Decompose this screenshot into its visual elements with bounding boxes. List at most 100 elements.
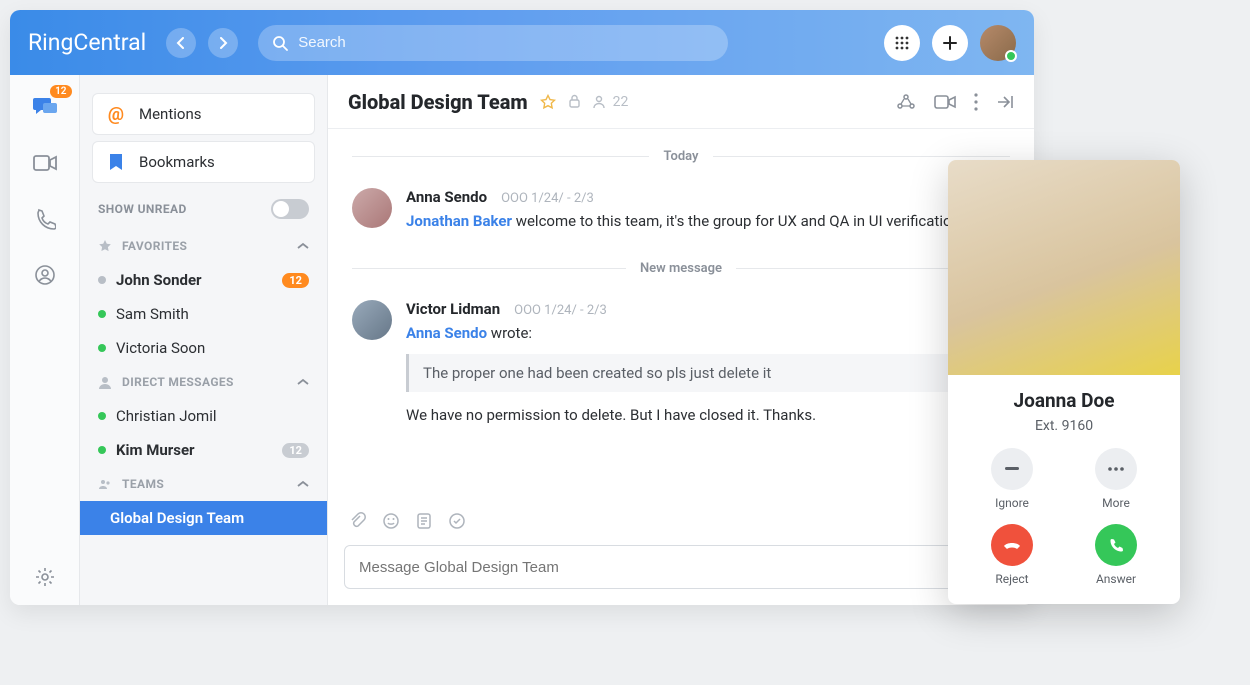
mentions-icon: @ <box>107 104 125 125</box>
mention[interactable]: Jonathan Baker <box>406 212 512 230</box>
caller-name: Joanna Doe <box>960 389 1168 412</box>
favorite-item[interactable]: John Sonder 12 <box>80 263 327 297</box>
chat-icon <box>32 95 58 119</box>
presence-dot-icon <box>98 276 106 284</box>
emoji-icon <box>382 512 400 530</box>
avatar[interactable] <box>352 188 392 228</box>
note-icon <box>416 512 432 530</box>
chat-header: Global Design Team 22 <box>328 75 1034 129</box>
presence-dot-icon <box>98 412 106 420</box>
composer <box>344 545 1018 589</box>
member-count-value: 22 <box>613 94 629 110</box>
sidebar: @ Mentions Bookmarks SHOW UNREAD FAVORIT… <box>80 75 328 605</box>
quote-wrote: wrote: <box>487 324 532 342</box>
rail-badge: 12 <box>50 85 71 98</box>
rail-contacts[interactable] <box>28 261 62 289</box>
lock-icon <box>568 94 581 109</box>
note-button[interactable] <box>416 512 432 530</box>
nav-forward-button[interactable] <box>208 28 238 58</box>
new-button[interactable] <box>932 25 968 61</box>
teams-header[interactable]: TEAMS <box>80 467 327 501</box>
dm-item[interactable]: Christian Jomil <box>80 399 327 433</box>
rail-messaging[interactable]: 12 <box>28 93 62 121</box>
favorite-item[interactable]: Sam Smith <box>80 297 327 331</box>
emoji-button[interactable] <box>382 512 400 530</box>
message-text: Jonathan Baker welcome to this team, it'… <box>406 210 1010 233</box>
dialpad-button[interactable] <box>884 25 920 61</box>
team-item[interactable]: Global Design Team <box>80 501 327 535</box>
message-author: Victor Lidman <box>406 300 500 318</box>
topbar-actions <box>884 25 1016 61</box>
presence-dot-icon <box>1005 50 1017 62</box>
more-button[interactable] <box>974 93 978 111</box>
bookmark-icon <box>107 153 125 171</box>
huddle-icon <box>896 93 916 111</box>
rail-phone[interactable] <box>28 205 62 233</box>
plus-icon <box>942 35 958 51</box>
chat-panel: Global Design Team 22 <box>328 75 1034 605</box>
rail-settings[interactable] <box>28 563 62 591</box>
presence-dot-icon <box>98 344 106 352</box>
message-time: OOO 1/24/ - 2/3 <box>501 191 594 206</box>
dm-item[interactable]: Kim Murser 12 <box>80 433 327 467</box>
sidebar-bookmarks-label: Bookmarks <box>139 153 215 171</box>
favorites-header[interactable]: FAVORITES <box>80 229 327 263</box>
avatar[interactable] <box>352 300 392 340</box>
more-call-button[interactable]: More <box>1095 448 1137 510</box>
answer-icon <box>1095 524 1137 566</box>
dm-header[interactable]: DIRECT MESSAGES <box>80 365 327 399</box>
ignore-label: Ignore <box>995 496 1029 510</box>
nav-back-button[interactable] <box>166 28 196 58</box>
reject-button[interactable]: Reject <box>991 524 1033 586</box>
divider-label: Today <box>649 149 712 164</box>
new-message-divider: New message <box>352 261 1010 276</box>
message-input[interactable] <box>359 559 1003 576</box>
more-label: More <box>1102 496 1130 510</box>
gear-icon <box>34 566 56 588</box>
sidebar-mentions[interactable]: @ Mentions <box>92 93 315 135</box>
teams-label: TEAMS <box>122 477 164 491</box>
answer-button[interactable]: Answer <box>1095 524 1137 586</box>
huddle-button[interactable] <box>896 93 916 111</box>
contact-name: John Sonder <box>116 271 202 289</box>
mention[interactable]: Anna Sendo <box>406 324 487 342</box>
answer-label: Answer <box>1096 572 1136 586</box>
search-input[interactable] <box>298 34 714 51</box>
quote-block: The proper one had been created so pls j… <box>406 354 1010 392</box>
rail-video[interactable] <box>28 149 62 177</box>
user-avatar[interactable] <box>980 25 1016 61</box>
check-circle-icon <box>448 512 466 530</box>
sidebar-mentions-label: Mentions <box>139 105 201 123</box>
show-unread-toggle[interactable] <box>271 199 309 219</box>
app-window: RingCentral 12 <box>10 10 1034 605</box>
people-icon <box>593 95 609 109</box>
presence-dot-icon <box>98 446 106 454</box>
sidebar-bookmarks[interactable]: Bookmarks <box>92 141 315 183</box>
message: Victor Lidman OOO 1/24/ - 2/3 Anna Sendo… <box>352 290 1010 445</box>
chevron-up-icon[interactable] <box>297 378 309 386</box>
reject-label: Reject <box>995 572 1028 586</box>
search-wrapper <box>258 25 728 61</box>
ignore-button[interactable]: Ignore <box>991 448 1033 510</box>
incoming-call-card: Joanna Doe Ext. 9160 Ignore More Reject … <box>948 160 1180 604</box>
chat-title: Global Design Team <box>348 90 528 114</box>
message: Anna Sendo OOO 1/24/ - 2/3 Jonathan Bake… <box>352 178 1010 251</box>
chat-scroll[interactable]: Today Anna Sendo OOO 1/24/ - 2/3 Jonatha… <box>328 129 1034 503</box>
member-count[interactable]: 22 <box>593 94 629 110</box>
video-icon <box>33 154 57 172</box>
favorite-star-button[interactable] <box>540 94 556 110</box>
collapse-panel-button[interactable] <box>996 93 1014 111</box>
video-call-button[interactable] <box>934 93 956 111</box>
contact-name: Christian Jomil <box>116 407 217 425</box>
phone-icon <box>34 208 56 230</box>
dots-icon <box>1095 448 1137 490</box>
show-unread-label: SHOW UNREAD <box>98 202 187 216</box>
contacts-icon <box>34 264 56 286</box>
message-body: welcome to this team, it's the group for… <box>512 212 1010 230</box>
favorite-item[interactable]: Victoria Soon <box>80 331 327 365</box>
chevron-up-icon[interactable] <box>297 480 309 488</box>
task-button[interactable] <box>448 512 466 530</box>
chevron-up-icon[interactable] <box>297 242 309 250</box>
minus-icon <box>991 448 1033 490</box>
attach-button[interactable] <box>348 512 366 530</box>
